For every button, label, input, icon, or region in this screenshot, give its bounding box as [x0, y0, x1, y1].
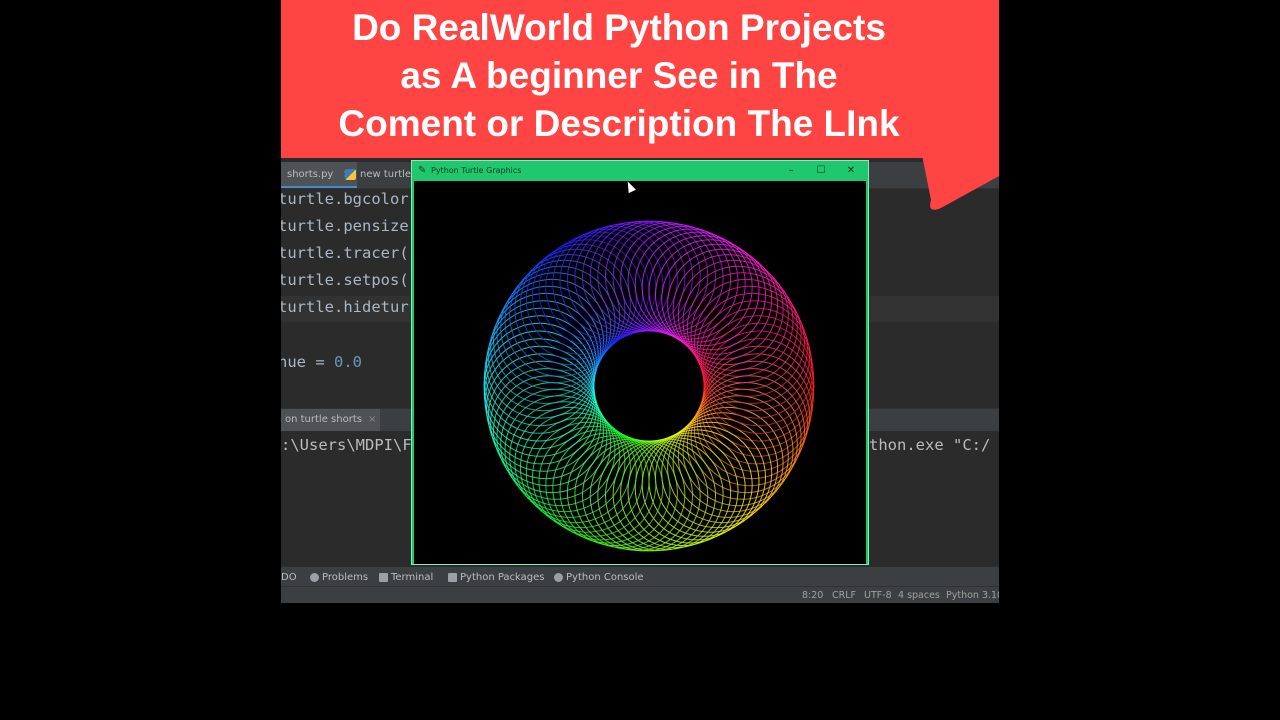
line-separator[interactable]: CRLF — [832, 587, 856, 603]
banner-line: Do RealWorld Python Projects — [352, 7, 886, 48]
run-tab[interactable]: on turtle shorts × — [281, 409, 381, 431]
console-icon — [554, 572, 563, 582]
banner-line: Coment or Description The LInk — [338, 103, 900, 144]
file-encoding[interactable]: UTF-8 — [864, 587, 892, 603]
tool-tab-label: Terminal — [391, 572, 434, 583]
spirograph-drawing — [483, 220, 815, 552]
window-title: Python Turtle Graphics — [431, 166, 522, 175]
problems-icon — [310, 572, 319, 582]
turtle-canvas[interactable] — [414, 181, 866, 564]
packages-icon — [448, 572, 457, 582]
turtle-graphics-window[interactable]: ✎ Python Turtle Graphics – ☐ ✕ — [411, 160, 869, 565]
run-tab-label: on turtle shorts — [285, 414, 362, 425]
feather-icon: ✎ — [418, 165, 427, 176]
close-icon[interactable]: ✕ — [836, 161, 866, 181]
spiro-ring — [483, 330, 595, 442]
terminal-icon — [379, 572, 388, 582]
code-line: turtle.hidetur — [281, 298, 409, 316]
tool-tab-label: DO — [281, 572, 297, 583]
close-icon[interactable]: × — [368, 414, 376, 425]
code-line: turtle.setpos( — [281, 271, 409, 289]
console-output-right: thon.exe "C:/ — [869, 436, 991, 454]
caret-position[interactable]: 8:20 — [802, 587, 823, 603]
tool-tab-label: Python Packages — [460, 572, 545, 583]
spiro-ring — [490, 292, 602, 404]
code-line: hue = 0.0 — [281, 349, 362, 376]
code-line: turtle.tracer( — [281, 244, 409, 262]
tab-label: shorts.py — [287, 169, 334, 180]
tool-tab-label: Problems — [322, 572, 369, 583]
code-line: turtle.bgcolor — [281, 190, 409, 208]
code-text: hue = — [281, 353, 334, 371]
code-number: 0.0 — [334, 353, 362, 371]
banner-text: Do RealWorld Python Projects as A beginn… — [281, 4, 957, 148]
python-file-icon — [345, 168, 356, 180]
minimize-icon[interactable]: – — [776, 161, 806, 181]
spiro-ring — [490, 368, 602, 480]
status-bar: 8:20 CRLF UTF-8 4 spaces Python 3.10 — [281, 586, 999, 603]
spiro-ring — [696, 368, 808, 480]
code-line: turtle.pensize — [281, 217, 409, 235]
spiro-ring — [696, 292, 808, 404]
tool-tab-label: Python Console — [566, 572, 644, 583]
indent-setting[interactable]: 4 spaces — [898, 587, 940, 603]
spiro-ring — [703, 330, 815, 442]
banner-line: as A beginner See in The — [400, 55, 838, 96]
python-interpreter[interactable]: Python 3.10 — [946, 587, 999, 603]
screen: shorts.py × new turtle 1 . turtle.bgcolo… — [281, 0, 999, 603]
maximize-icon[interactable]: ☐ — [806, 161, 836, 181]
window-title-bar[interactable]: ✎ Python Turtle Graphics – ☐ ✕ — [412, 161, 868, 181]
